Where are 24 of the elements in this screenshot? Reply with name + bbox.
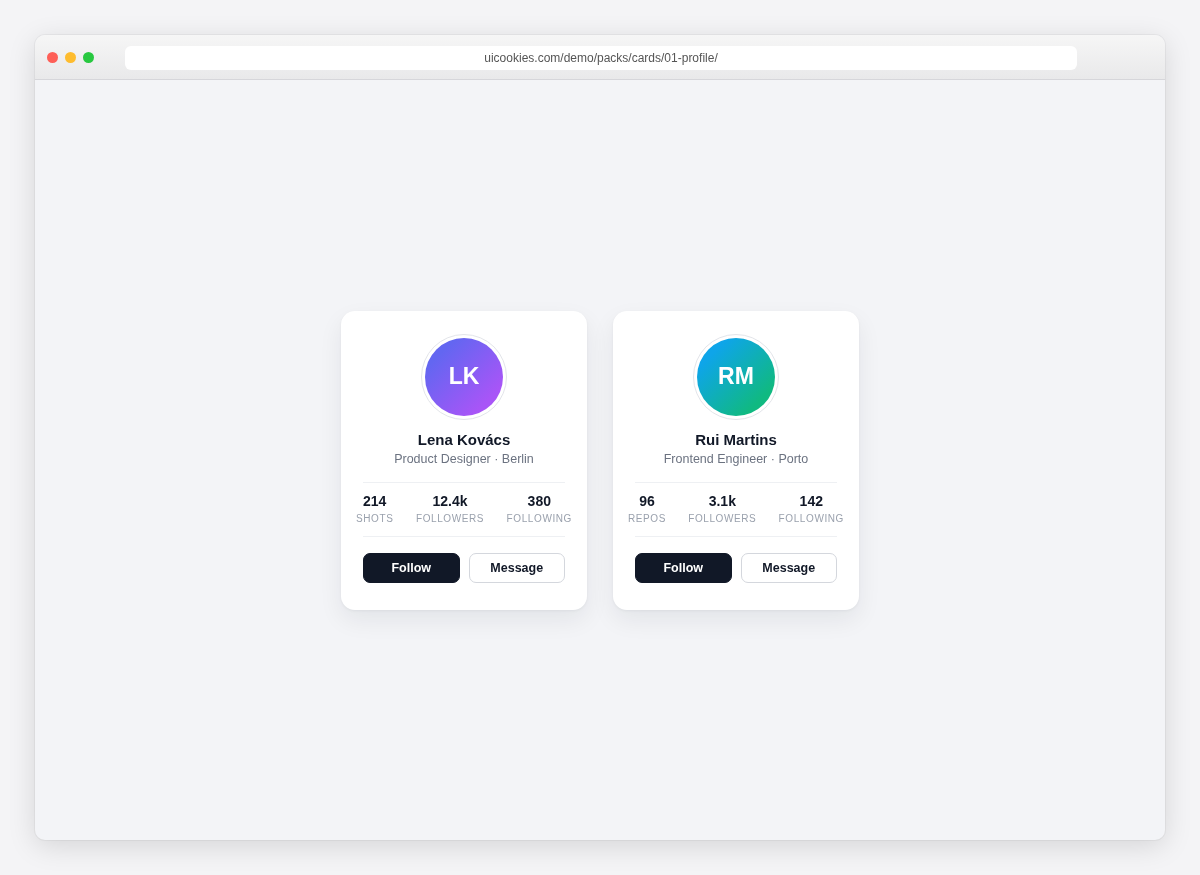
message-button[interactable]: Message <box>740 552 837 583</box>
follow-button[interactable]: Follow <box>363 552 460 583</box>
stat-label: SHOTS <box>356 511 394 526</box>
stat-label: FOLLOWING <box>506 511 572 526</box>
stat-value: 214 <box>363 491 387 510</box>
profile-name: Lena Kovács <box>417 429 511 450</box>
stat-label: FOLLOWING <box>778 511 844 526</box>
stat-value: 96 <box>639 491 655 510</box>
stat-value: 3.1k <box>708 491 736 510</box>
follow-button[interactable]: Follow <box>635 552 732 583</box>
stat-label: FOLLOWERS <box>688 511 757 526</box>
window-minimize-icon[interactable] <box>65 52 76 63</box>
profile-subtitle: Product Designer · Berlin <box>394 450 534 468</box>
stat-value: 380 <box>527 491 551 510</box>
stat-label: FOLLOWERS <box>415 511 485 526</box>
address-bar[interactable]: uicookies.com/demo/packs/cards/01-profile/ <box>125 45 1077 70</box>
window-close-icon[interactable] <box>47 52 58 63</box>
stat-label: REPOS <box>628 511 666 526</box>
stat-value: 12.4k <box>432 491 468 510</box>
profile-subtitle: Frontend Engineer · Porto <box>663 450 809 468</box>
stat-value: 142 <box>799 491 823 510</box>
message-button[interactable]: Message <box>468 552 565 583</box>
profile-name: Rui Martins <box>695 429 777 450</box>
window-zoom-icon[interactable] <box>83 52 94 63</box>
